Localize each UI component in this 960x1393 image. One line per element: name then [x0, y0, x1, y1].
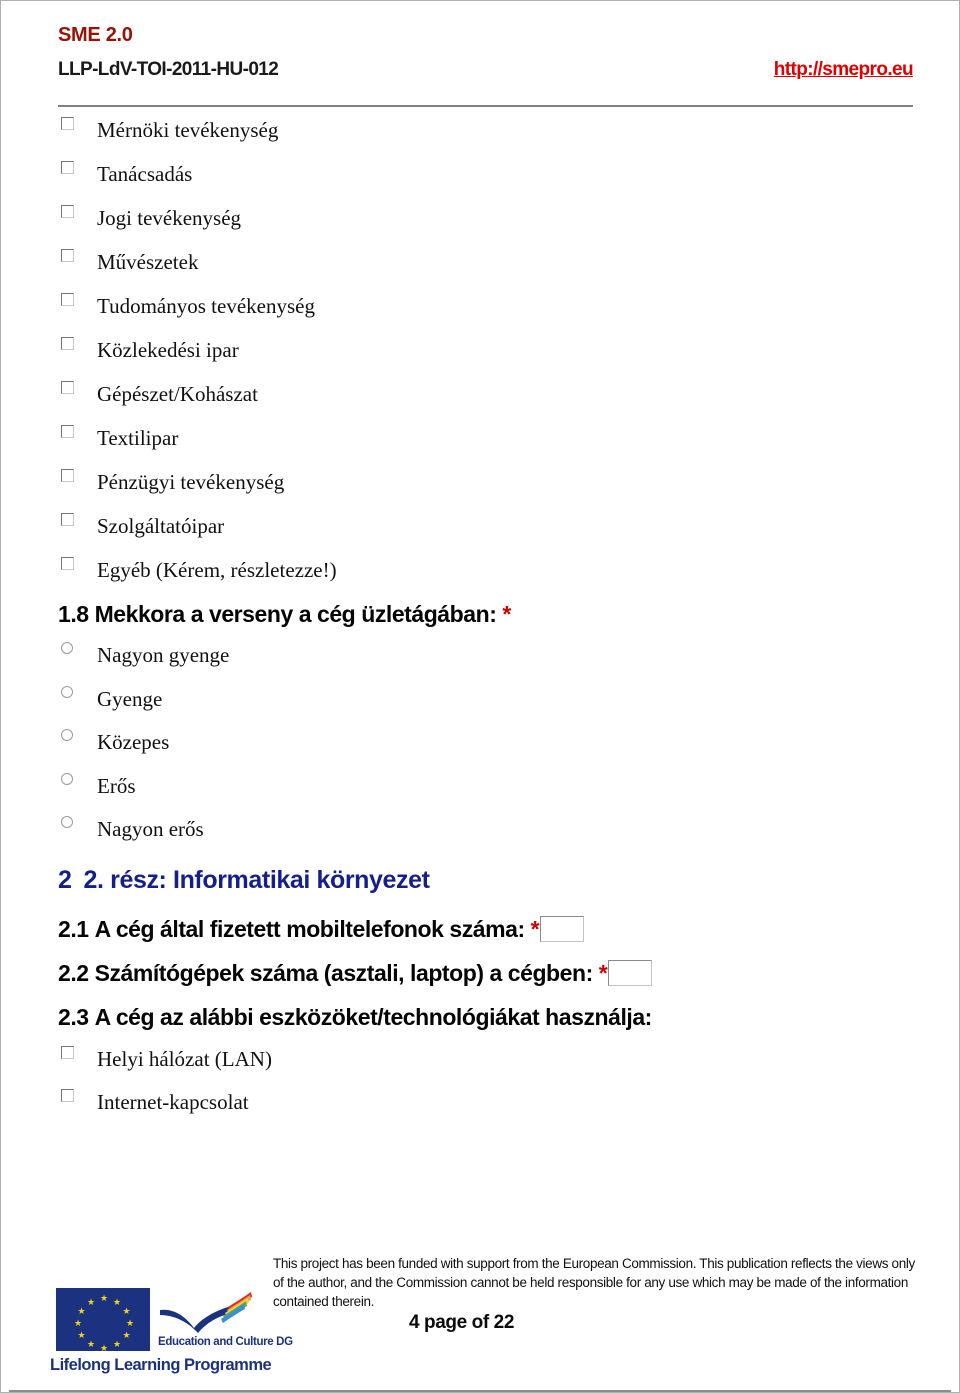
checkbox-icon[interactable] — [61, 337, 74, 350]
required-asterisk: * — [530, 915, 540, 942]
lifelong-learning-programme-logo: ★ ★ ★ ★ ★ ★ ★ ★ ★ ★ ★ ★ Education and Cu… — [46, 1286, 293, 1380]
question-2-2-text: Számítógépek száma (asztali, laptop) a c… — [94, 959, 594, 986]
computer-count-input[interactable] — [608, 959, 653, 986]
question-2-3-number: 2.3 — [58, 1003, 89, 1030]
list-item-label: Szolgáltatóipar — [97, 514, 225, 538]
project-title: SME 2.0 — [58, 24, 133, 46]
document-footer: ★ ★ ★ ★ ★ ★ ★ ★ ★ ★ ★ ★ Education and Cu… — [1, 1244, 959, 1392]
list-item[interactable]: Gépészet/Kohászat — [1, 373, 959, 417]
project-website-link[interactable]: http://smepro.eu — [774, 59, 914, 81]
funding-disclaimer: This project has been funded with suppor… — [273, 1256, 915, 1309]
required-asterisk: * — [598, 959, 608, 986]
project-code: LLP-LdV-TOI-2011-HU-012 — [58, 59, 279, 80]
lifelong-learning-programme-label: Lifelong Learning Programme — [50, 1356, 272, 1374]
list-item[interactable]: Nagyon gyenge — [1, 634, 959, 678]
list-item[interactable]: Textilipar — [1, 417, 959, 461]
section-2-heading: 2 2. rész: Informatikai környezet — [1, 865, 959, 895]
list-item-label: Textilipar — [97, 426, 179, 450]
question-2-3-checkbox-list: Helyi hálózat (LAN) Internet-kapcsolat — [1, 1038, 959, 1125]
document-header: SME 2.0 LLP-LdV-TOI-2011-HU-012 http://s… — [1, 1, 959, 109]
list-item-label: Helyi hálózat (LAN) — [97, 1046, 272, 1071]
question-1-8-number: 1.8 — [58, 601, 89, 627]
question-1-8-heading: 1.8 Mekkora a verseny a cég üzletágában:… — [1, 601, 959, 628]
section-2-title: 2. rész: Informatikai környezet — [83, 865, 430, 894]
document-page: SME 2.0 LLP-LdV-TOI-2011-HU-012 http://s… — [0, 0, 960, 1393]
list-item-label: Közepes — [97, 730, 170, 754]
list-item-label: Gépészet/Kohászat — [97, 382, 258, 406]
list-item[interactable]: Erős — [1, 765, 959, 809]
checkbox-icon[interactable] — [61, 469, 74, 482]
radio-icon[interactable] — [61, 642, 73, 654]
education-culture-swoosh-icon — [160, 1292, 252, 1333]
radio-icon[interactable] — [61, 816, 73, 828]
list-item-label: Tudományos tevékenység — [97, 294, 315, 318]
question-1-8-text: Mekkora a verseny a cég üzletágában: — [94, 601, 497, 627]
list-item[interactable]: Szolgáltatóipar — [1, 505, 959, 549]
list-item-label: Pénzügyi tevékenység — [97, 470, 285, 494]
page-number: 4 page of 22 — [409, 1312, 515, 1333]
required-asterisk: * — [502, 601, 511, 627]
list-item[interactable]: Internet-kapcsolat — [1, 1081, 959, 1125]
question-2-2-number: 2.2 — [58, 959, 89, 986]
list-item-label: Internet-kapcsolat — [97, 1090, 249, 1114]
question-2-1-heading: 2.1 A cég által fizetett mobiltelefonok … — [1, 915, 959, 943]
list-item-label: Egyéb (Kérem, részletezze!) — [97, 558, 337, 582]
list-item-label: Művészetek — [97, 250, 199, 274]
list-item[interactable]: Mérnöki tevékenység — [1, 109, 959, 153]
document-body: Mérnöki tevékenység Tanácsadás Jogi tevé… — [1, 109, 959, 1125]
list-item[interactable]: Helyi hálózat (LAN) — [1, 1038, 959, 1082]
list-item[interactable]: Pénzügyi tevékenység — [1, 461, 959, 505]
checkbox-icon[interactable] — [61, 117, 74, 130]
radio-icon[interactable] — [61, 772, 73, 785]
question-2-1-number: 2.1 — [58, 915, 89, 942]
list-item-label: Nagyon gyenge — [97, 643, 230, 667]
checkbox-icon[interactable] — [61, 425, 74, 438]
list-item[interactable]: Művészetek — [1, 241, 959, 285]
checkbox-icon[interactable] — [61, 249, 74, 262]
question-2-1-text: A cég által fizetett mobiltelefonok szám… — [94, 915, 526, 942]
header-divider — [58, 105, 913, 107]
radio-icon[interactable] — [61, 685, 73, 698]
list-item-label: Nagyon erős — [97, 817, 204, 841]
list-item-label: Mérnöki tevékenység — [97, 118, 279, 142]
question-2-3-text: A cég az alábbi eszközöket/technológiáka… — [94, 1003, 653, 1030]
list-item-label: Tanácsadás — [97, 162, 193, 186]
checkbox-icon[interactable] — [61, 205, 74, 218]
list-item[interactable]: Tanácsadás — [1, 153, 959, 197]
list-item[interactable]: Gyenge — [1, 678, 959, 722]
list-item[interactable]: Egyéb (Kérem, részletezze!) — [1, 549, 959, 593]
checkbox-icon[interactable] — [61, 293, 74, 306]
question-1-8-radio-group: Nagyon gyenge Gyenge Közepes Erős Nagyon… — [1, 634, 959, 852]
education-culture-dg-label: Education and Culture DG — [158, 1336, 293, 1348]
checkbox-icon[interactable] — [61, 381, 74, 394]
list-item-label: Közlekedési ipar — [97, 338, 239, 362]
eu-flag-icon: ★ ★ ★ ★ ★ ★ ★ ★ ★ ★ ★ ★ — [56, 1288, 150, 1352]
list-item[interactable]: Nagyon erős — [1, 808, 959, 852]
question-2-2-heading: 2.2 Számítógépek száma (asztali, laptop)… — [1, 959, 959, 987]
question-2-3-heading: 2.3 A cég az alábbi eszközöket/technológ… — [1, 1003, 959, 1031]
list-item[interactable]: Tudományos tevékenység — [1, 285, 959, 329]
footer-divider — [9, 1390, 951, 1392]
checkbox-icon[interactable] — [61, 161, 74, 174]
list-item[interactable]: Jogi tevékenység — [1, 197, 959, 241]
checkbox-icon[interactable] — [61, 513, 74, 526]
list-item[interactable]: Közlekedési ipar — [1, 329, 959, 373]
section-2-number: 2 — [58, 865, 72, 894]
radio-icon[interactable] — [61, 729, 73, 741]
list-item-label: Jogi tevékenység — [97, 206, 242, 230]
checkbox-icon[interactable] — [61, 1045, 74, 1059]
sector-checkbox-list: Mérnöki tevékenység Tanácsadás Jogi tevé… — [1, 109, 959, 593]
list-item-label: Erős — [97, 773, 136, 798]
mobile-phone-count-input[interactable] — [540, 915, 585, 942]
list-item[interactable]: Közepes — [1, 721, 959, 765]
checkbox-icon[interactable] — [61, 1089, 74, 1102]
checkbox-icon[interactable] — [61, 557, 74, 570]
list-item-label: Gyenge — [97, 686, 163, 711]
